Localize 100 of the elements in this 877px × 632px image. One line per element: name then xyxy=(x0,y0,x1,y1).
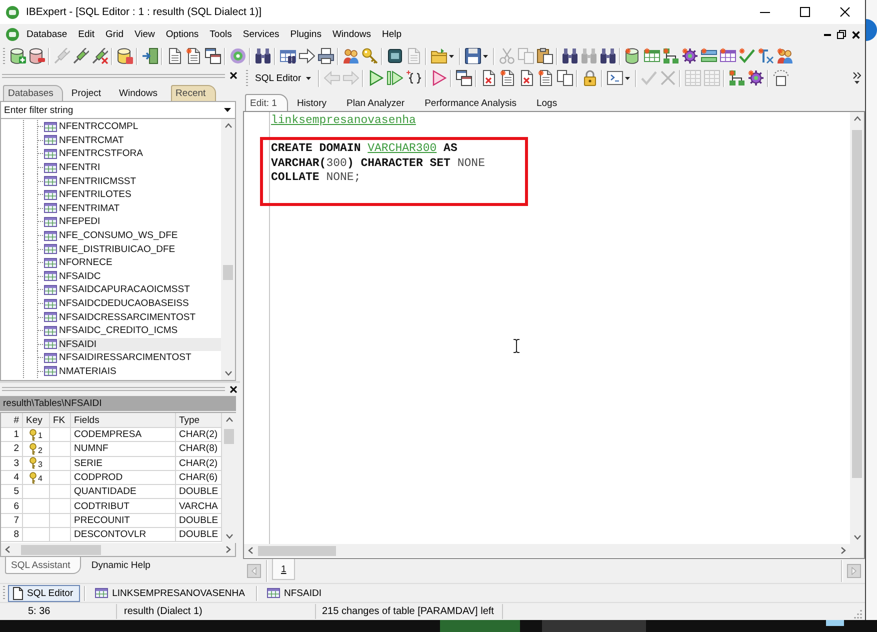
scroll-left-icon[interactable] xyxy=(5,546,10,553)
disc-icon[interactable] xyxy=(230,48,246,64)
tab[interactable]: Windows xyxy=(114,85,168,101)
window-button[interactable]: SQL Editor xyxy=(8,584,80,602)
tab[interactable]: SQL Assistant xyxy=(5,557,82,574)
panel-grip[interactable] xyxy=(2,74,225,78)
resize-grip-icon[interactable] xyxy=(852,608,862,618)
menu-item[interactable]: Grid xyxy=(100,29,129,40)
menu-item[interactable]: View xyxy=(129,29,160,40)
scroll-up-icon[interactable] xyxy=(226,417,232,422)
document-icon[interactable] xyxy=(166,48,182,64)
restore-icon[interactable] xyxy=(837,30,846,39)
paste-icon[interactable] xyxy=(536,48,552,64)
scrollbar-thumb[interactable] xyxy=(224,429,234,444)
vertical-scrollbar[interactable] xyxy=(850,112,864,544)
tree-item[interactable]: NFSAIDIRESSARCIMENTOST xyxy=(58,351,194,364)
document-cross-icon[interactable] xyxy=(480,70,497,86)
tab[interactable]: Dynamic Help xyxy=(85,557,162,574)
scroll-down-icon[interactable] xyxy=(224,371,232,376)
key-icon[interactable] xyxy=(362,48,378,64)
tree-item[interactable]: NFSAIDCRESSARCIMENTOST xyxy=(58,310,198,324)
floppy-icon[interactable] xyxy=(464,48,480,64)
windows-icon[interactable] xyxy=(456,70,472,86)
menu-item[interactable]: Services xyxy=(237,29,285,40)
scroll-left-icon[interactable] xyxy=(248,547,253,554)
copy-icon[interactable] xyxy=(556,70,573,86)
tree-star-icon[interactable] xyxy=(662,48,678,64)
bar-play-icon[interactable] xyxy=(386,70,403,86)
play-icon[interactable] xyxy=(368,70,384,86)
database-minus-icon[interactable] xyxy=(28,48,44,64)
scroll-right-icon[interactable] xyxy=(226,546,231,553)
tab[interactable]: Plan Analyzer xyxy=(342,94,416,111)
tree-item[interactable]: NFORNECE xyxy=(58,256,114,270)
arrow-icon[interactable] xyxy=(298,48,314,64)
scroll-up-icon[interactable] xyxy=(854,116,860,121)
tab[interactable]: Logs xyxy=(531,94,568,111)
menu-item[interactable]: Database xyxy=(21,29,73,40)
console-window-icon[interactable] xyxy=(606,70,623,86)
tree-star-icon[interactable] xyxy=(728,70,745,86)
tree-item[interactable]: NFENTRIICMSST xyxy=(58,174,138,188)
tree-item[interactable]: NFENTRIMAT xyxy=(58,202,122,215)
menu-item[interactable]: Options xyxy=(160,29,204,40)
function-star-icon[interactable] xyxy=(758,48,774,64)
play-outline-icon[interactable] xyxy=(430,70,447,86)
tab[interactable]: Edit: 1 xyxy=(245,94,288,111)
database-icon[interactable] xyxy=(116,48,132,64)
mode-dropdown[interactable]: SQL Editor xyxy=(251,69,316,87)
tree-item[interactable]: NFENTRILOTES xyxy=(58,188,134,202)
dropdown-arrow-icon[interactable] xyxy=(224,108,231,112)
tab[interactable]: Performance Analysis xyxy=(420,94,528,111)
gear-star-icon[interactable] xyxy=(748,70,764,86)
tab[interactable]: History xyxy=(292,94,338,111)
close-icon[interactable] xyxy=(852,30,860,38)
tree-item[interactable]: NFSAIDCDEDUCAOBASEISS xyxy=(58,297,191,310)
page-tab[interactable]: 1 xyxy=(272,559,296,580)
caret-icon[interactable] xyxy=(449,54,454,58)
horizontal-scrollbar[interactable] xyxy=(244,544,850,557)
binoculars-icon[interactable] xyxy=(562,48,578,64)
binoculars-icon[interactable] xyxy=(254,48,270,64)
tree-item[interactable]: NFSAIDC xyxy=(58,270,103,283)
door-arrow-icon[interactable] xyxy=(142,48,158,64)
minimize-icon[interactable] xyxy=(824,34,831,36)
document-star-icon[interactable] xyxy=(186,48,202,64)
tab[interactable]: Recent xyxy=(170,85,216,101)
tree-item[interactable]: NFE_CONSUMO_WS_DFE xyxy=(58,229,180,242)
document-star-icon[interactable] xyxy=(500,70,516,86)
tree-item[interactable]: NFSAIDI xyxy=(58,338,221,351)
tree-item[interactable]: NFSAIDCAPURACAOICMSST xyxy=(58,283,192,296)
scroll-down-icon[interactable] xyxy=(226,534,232,539)
overflow-chevron-icon[interactable] xyxy=(853,72,861,84)
printer-icon[interactable] xyxy=(318,48,334,64)
dotted-document-icon[interactable] xyxy=(772,70,789,86)
document-cross-icon[interactable] xyxy=(518,70,535,86)
tree-item[interactable]: NFENTRCCOMPL xyxy=(58,120,140,134)
tree-item[interactable]: NFEPEDI xyxy=(58,215,102,228)
square-icon[interactable] xyxy=(386,48,402,64)
table-binoculars-icon[interactable] xyxy=(280,48,296,64)
scrollbar-thumb[interactable] xyxy=(852,130,862,478)
scroll-up-icon[interactable] xyxy=(224,123,232,128)
close-icon[interactable] xyxy=(230,72,237,79)
panel-grip[interactable] xyxy=(2,387,225,391)
tree-item[interactable]: NMATERIAIS xyxy=(58,364,118,378)
maximize-icon[interactable] xyxy=(800,7,810,17)
windows-icon[interactable] xyxy=(204,48,220,64)
window-button[interactable]: NFSAIDI xyxy=(262,584,328,602)
menu-item[interactable]: Plugins xyxy=(284,29,327,40)
tree-item[interactable]: NFENTRCSTFORA xyxy=(58,147,145,160)
menu-item[interactable]: Help xyxy=(376,29,408,40)
plug-icon[interactable] xyxy=(72,48,88,64)
tree-item[interactable]: NFENTRI xyxy=(58,161,102,174)
tree-item[interactable]: NFENTRCMAT xyxy=(58,134,126,147)
caret-icon[interactable] xyxy=(483,54,488,58)
code-editor[interactable]: linksempresanovasenha CREATE DOMAIN VARCHAR300 AS VARCHAR(300) CHARACTER SET NONE COLLATE NONE; xyxy=(243,111,865,559)
padlock-icon[interactable] xyxy=(582,70,598,86)
users-star-icon[interactable] xyxy=(776,48,792,64)
menu-item[interactable]: Edit xyxy=(72,29,100,40)
braces-icon[interactable] xyxy=(406,70,422,86)
window-button[interactable]: LINKSEMPRESANOVASENHA xyxy=(90,584,252,602)
caret-icon[interactable] xyxy=(625,76,630,80)
tree-item[interactable]: NFE_DISTRIBUICAO_DFE xyxy=(58,242,178,256)
